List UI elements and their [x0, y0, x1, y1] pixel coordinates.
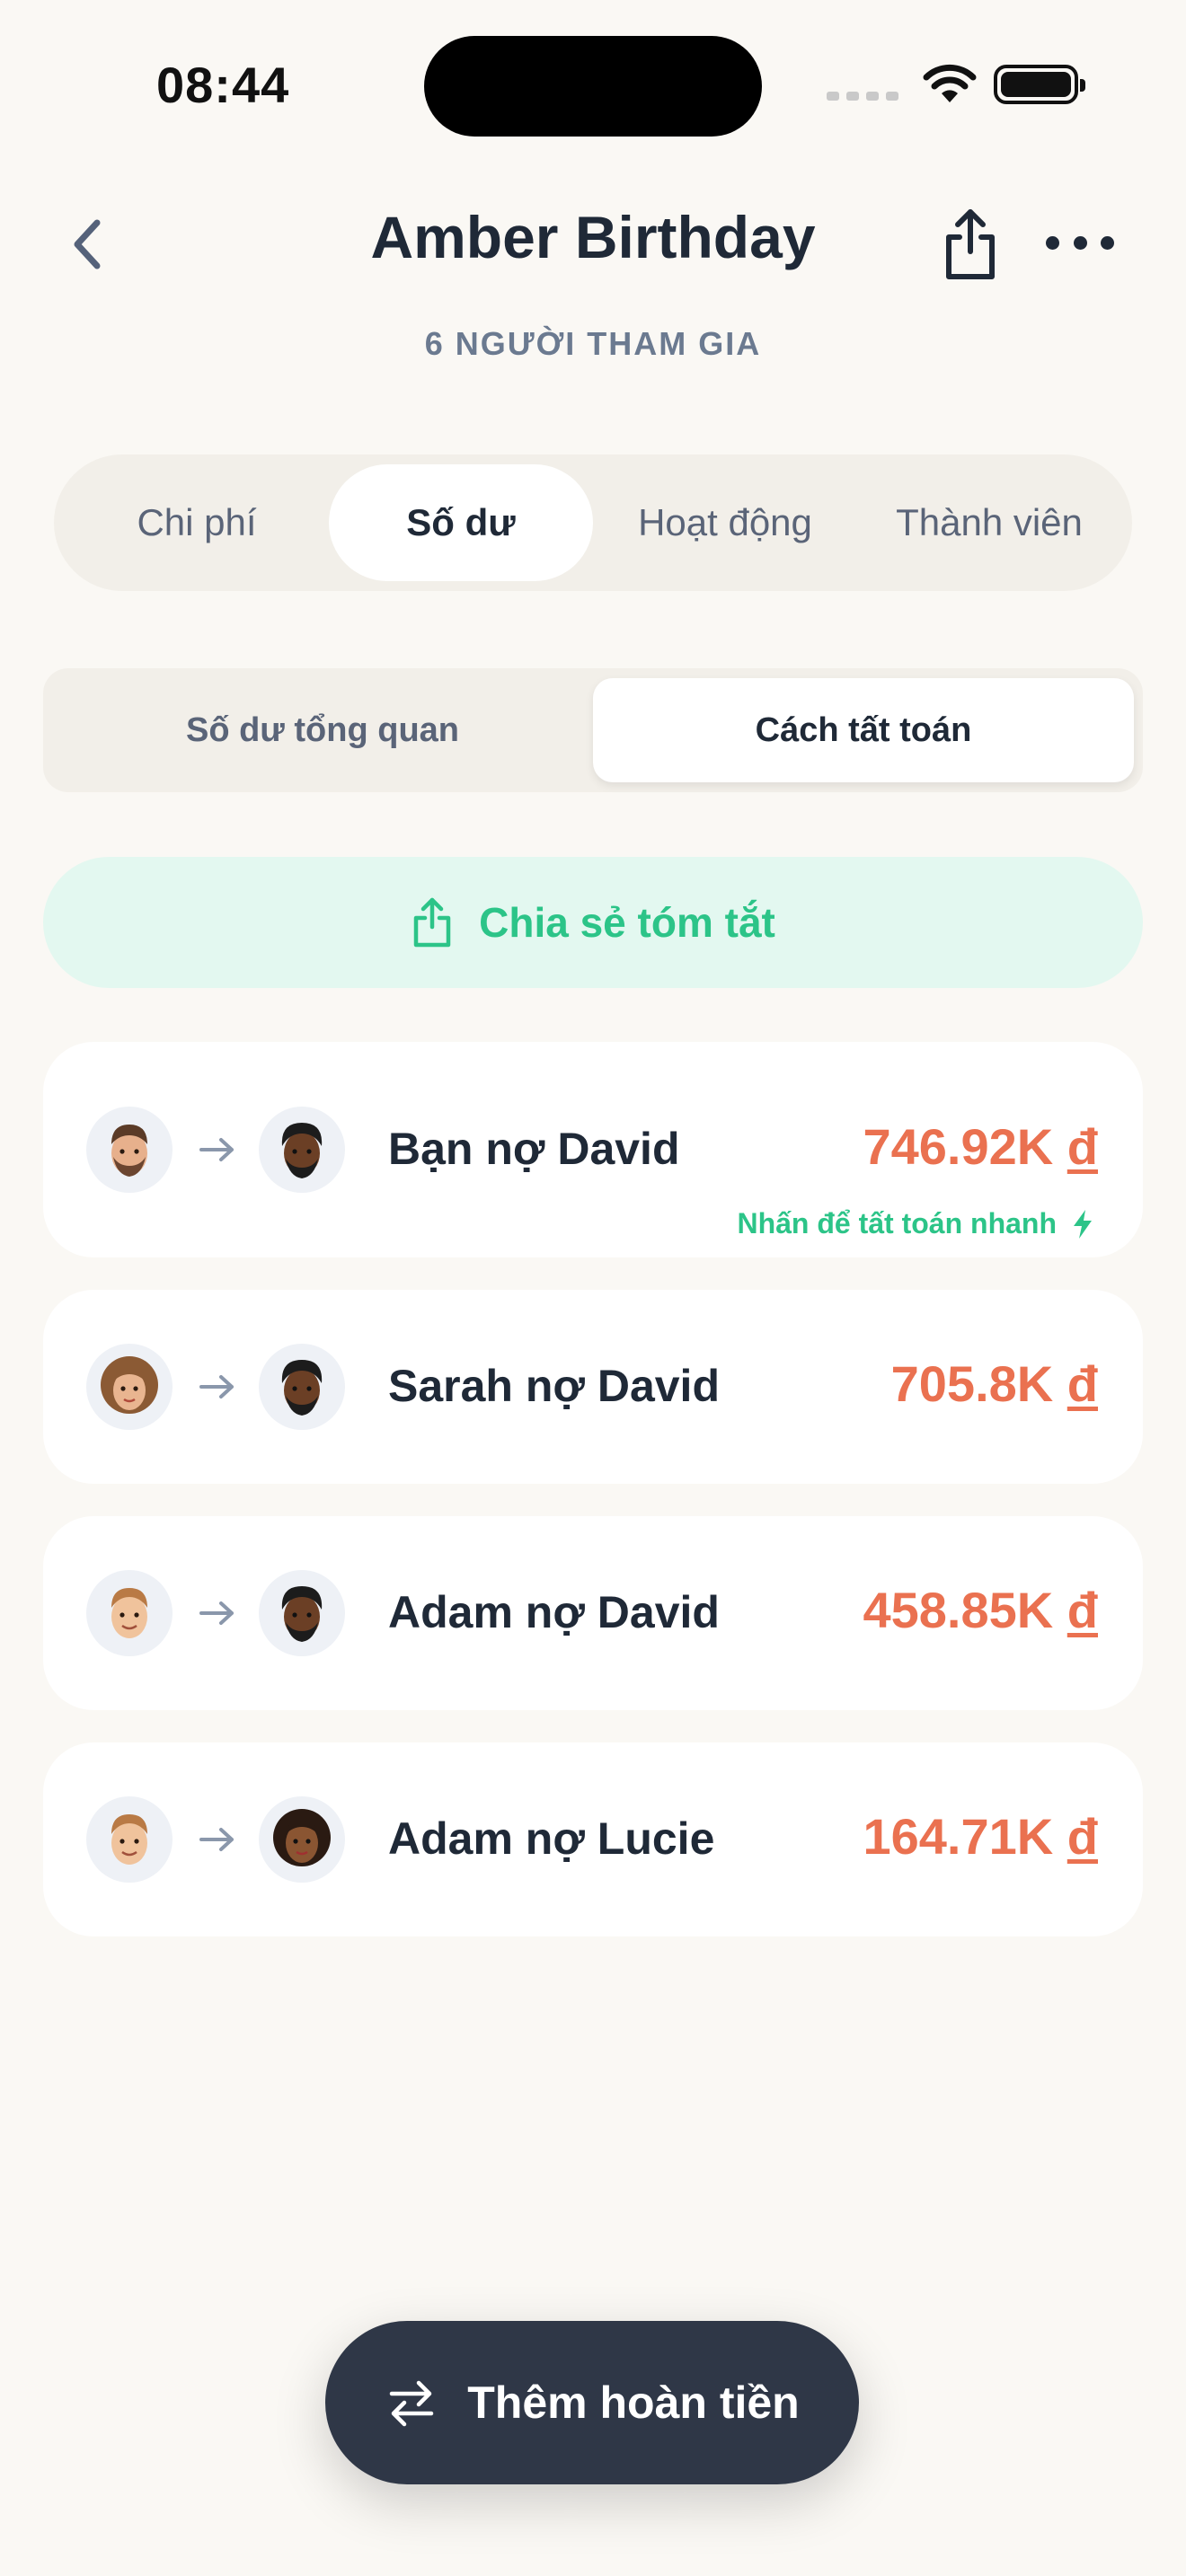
- quick-settle-link[interactable]: Nhấn để tất toán nhanh: [737, 1207, 1094, 1240]
- screen: 08:44 Amber Birthday 6 NGƯỜI THAM GIA Ch…: [0, 0, 1186, 2576]
- more-dot: [1073, 235, 1087, 250]
- amount-value: 164.71K: [863, 1808, 1054, 1865]
- debt-card[interactable]: Adam nợ David 458.85K đ: [43, 1516, 1143, 1710]
- more-dot: [1101, 235, 1114, 250]
- participant-count: 6 NGƯỜI THAM GIA: [424, 325, 762, 362]
- avatar: [259, 1796, 345, 1883]
- debt-amount: 746.92K đ: [863, 1117, 1098, 1176]
- avatar: [259, 1107, 345, 1193]
- add-reimbursement-label: Thêm hoàn tiền: [467, 2378, 800, 2428]
- debt-description: Adam nợ Lucie: [388, 1813, 715, 1864]
- avatar: [86, 1796, 173, 1883]
- debt-card[interactable]: Sarah nợ David 705.8K đ: [43, 1290, 1143, 1484]
- tab-members[interactable]: Thành viên: [857, 464, 1121, 581]
- swap-arrows-icon: [390, 2380, 434, 2427]
- arrow-right-icon: [199, 1828, 234, 1851]
- avatar-man-dark-icon: [281, 1360, 323, 1416]
- share-icon: [946, 209, 995, 279]
- tab-expenses[interactable]: Chi phí: [65, 464, 329, 581]
- avatar: [86, 1344, 173, 1430]
- amount-value: 746.92K: [863, 1118, 1054, 1175]
- page-title: Amber Birthday: [370, 204, 816, 270]
- avatar: [259, 1344, 345, 1430]
- more-button[interactable]: [1046, 225, 1114, 260]
- amount-value: 458.85K: [863, 1582, 1054, 1638]
- tab-activity[interactable]: Hoạt động: [593, 464, 857, 581]
- arrow-right-icon: [199, 1601, 234, 1625]
- battery-icon: [994, 65, 1085, 104]
- currency-symbol: đ: [1067, 1808, 1098, 1865]
- amount-value: 705.8K: [890, 1355, 1054, 1412]
- arrow-right-icon: [199, 1138, 234, 1161]
- share-summary-label: Chia sẻ tóm tắt: [479, 899, 775, 946]
- debt-description: Bạn nợ David: [388, 1124, 680, 1174]
- balance-view-segmented-control: Số dư tổng quan Cách tất toán: [43, 668, 1143, 792]
- debt-description: Adam nợ David: [388, 1587, 720, 1637]
- debt-amount: 164.71K đ: [863, 1807, 1098, 1866]
- debt-amount: 458.85K đ: [863, 1581, 1098, 1639]
- quick-settle-label: Nhấn để tất toán nhanh: [737, 1207, 1057, 1239]
- debt-amount: 705.8K đ: [891, 1354, 1098, 1413]
- main-tabs: Chi phí Số dư Hoạt động Thành viên: [54, 454, 1132, 591]
- share-button[interactable]: [940, 207, 1001, 282]
- tab-balances[interactable]: Số dư: [329, 464, 593, 581]
- more-dot: [1046, 235, 1059, 250]
- currency-symbol: đ: [1067, 1582, 1098, 1638]
- dynamic-island: [424, 36, 762, 137]
- status-icons: [827, 63, 1085, 106]
- avatar-woman-dark-curly-icon: [273, 1809, 331, 1866]
- debt-card[interactable]: Bạn nợ David 746.92K đ Nhấn để tất toán …: [43, 1042, 1143, 1257]
- currency-symbol: đ: [1067, 1355, 1098, 1412]
- status-time: 08:44: [156, 57, 290, 113]
- arrow-right-icon: [199, 1375, 234, 1398]
- avatar-man-dark-icon: [281, 1123, 323, 1178]
- debt-description: Sarah nợ David: [388, 1361, 720, 1411]
- share-icon: [413, 897, 451, 948]
- share-summary-button[interactable]: Chia sẻ tóm tắt: [43, 857, 1143, 988]
- segment-settle-up[interactable]: Cách tất toán: [593, 678, 1134, 782]
- avatar-man-light-icon: [111, 1588, 147, 1638]
- add-reimbursement-button[interactable]: Thêm hoàn tiền: [325, 2321, 859, 2484]
- wifi-icon: [923, 64, 977, 102]
- avatar: [259, 1570, 345, 1656]
- avatar-woman-curly-icon: [101, 1356, 158, 1414]
- avatar-man-dark-icon: [281, 1586, 323, 1642]
- avatar-man-light-icon: [111, 1814, 147, 1865]
- debt-card[interactable]: Adam nợ Lucie 164.71K đ: [43, 1742, 1143, 1936]
- avatar-man-beard-icon: [111, 1125, 147, 1177]
- lightning-icon: [1074, 1209, 1092, 1239]
- avatar: [86, 1107, 173, 1193]
- signal-icon: [827, 92, 898, 101]
- avatar: [86, 1570, 173, 1656]
- currency-symbol: đ: [1067, 1118, 1098, 1175]
- segment-overview[interactable]: Số dư tổng quan: [52, 678, 593, 782]
